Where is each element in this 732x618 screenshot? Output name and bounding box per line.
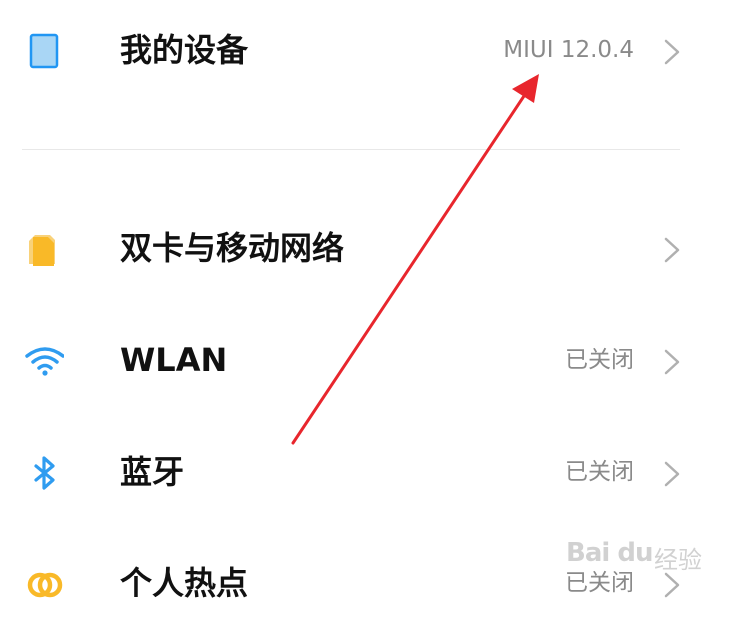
settings-item-label: 双卡与移动网络 <box>120 229 345 267</box>
settings-item-dual-sim[interactable]: 双卡与移动网络 <box>0 213 732 283</box>
watermark-text: 经验 <box>654 546 702 574</box>
chevron-right-icon <box>660 460 684 488</box>
chevron-right-icon <box>660 38 684 66</box>
settings-item-label: 个人热点 <box>120 564 249 602</box>
miui-version-value: MIUI 12.0.4 <box>503 37 634 63</box>
wifi-icon <box>24 343 65 379</box>
wlan-status-value: 已关闭 <box>565 347 634 373</box>
watermark-logo: Bai du <box>566 538 653 568</box>
chevron-right-icon <box>660 348 684 376</box>
settings-item-my-device[interactable]: 我的设备 MIUI 12.0.4 <box>0 15 732 85</box>
section-divider <box>22 149 680 150</box>
settings-item-label: WLAN <box>120 341 228 379</box>
hotspot-icon <box>24 566 64 602</box>
baidu-watermark: Bai du 经验 <box>560 522 730 598</box>
bluetooth-icon <box>24 455 64 491</box>
tablet-icon <box>24 33 64 69</box>
settings-item-wlan[interactable]: WLAN 已关闭 <box>0 325 732 395</box>
settings-item-bluetooth[interactable]: 蓝牙 已关闭 <box>0 437 732 507</box>
sim-card-icon <box>24 231 64 267</box>
bluetooth-status-value: 已关闭 <box>565 459 634 485</box>
chevron-right-icon <box>660 236 684 264</box>
settings-item-label: 我的设备 <box>120 31 249 69</box>
annotation-arrow <box>291 74 539 445</box>
settings-item-label: 蓝牙 <box>120 453 185 491</box>
